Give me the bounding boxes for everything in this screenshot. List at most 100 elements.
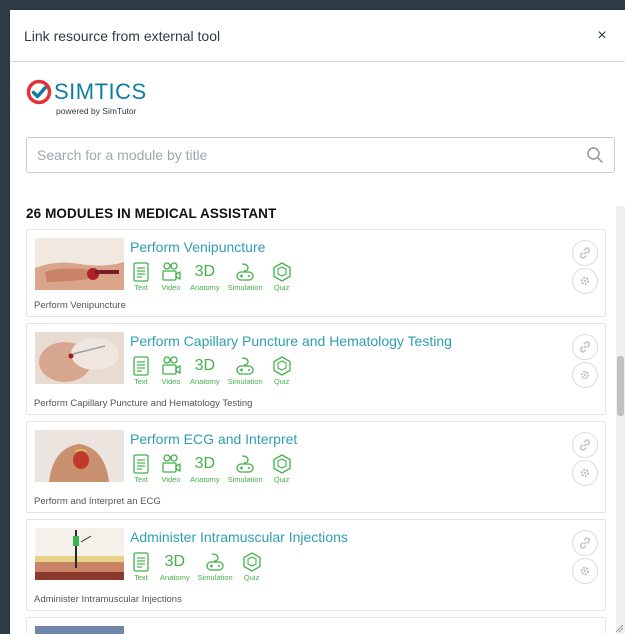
resource-icons: Text 3D Anatomy Simulation Quiz [130, 551, 271, 582]
3d-icon: 3D [194, 263, 216, 280]
module-thumbnail [35, 626, 124, 634]
resource-icons: Text Video 3D Anatomy Simulation Quiz [130, 355, 301, 386]
dialog-header: Link resource from external tool × [10, 10, 625, 62]
3d-icon: 3D [194, 455, 216, 472]
resource-text[interactable]: Text [130, 261, 152, 292]
document-icon [133, 552, 149, 572]
resource-anatomy[interactable]: 3D Anatomy [160, 551, 190, 582]
resource-icons: Text Video 3D Anatomy Simulation Quiz [130, 261, 301, 292]
module-title[interactable]: Perform Venipuncture [130, 239, 265, 255]
gamepad-icon [206, 553, 224, 571]
gamepad-icon [236, 357, 254, 375]
quiz-cube-icon [272, 356, 291, 376]
quiz-cube-icon [272, 454, 291, 474]
resource-quiz[interactable]: Quiz [271, 355, 293, 386]
module-actions [572, 240, 598, 296]
resource-label: Video [161, 283, 181, 292]
settings-button[interactable] [572, 558, 598, 584]
gamepad-icon [236, 455, 254, 473]
logo-wordmark: SIMTICS [54, 79, 147, 104]
link-resource-dialog: Link resource from external tool × SIMTI… [10, 10, 625, 634]
resource-simulation[interactable]: Simulation [228, 355, 263, 386]
module-card[interactable] [26, 617, 606, 634]
module-description: Perform and Interpret an ECG [34, 496, 161, 507]
close-button[interactable]: × [593, 27, 611, 45]
gamepad-icon [236, 263, 254, 281]
link-icon [579, 537, 591, 549]
module-actions [572, 432, 598, 488]
settings-button[interactable] [572, 460, 598, 486]
link-button[interactable] [572, 334, 598, 360]
search-icon[interactable] [586, 146, 604, 164]
search-box [26, 137, 615, 173]
resource-quiz[interactable]: Quiz [241, 551, 263, 582]
resource-label: Anatomy [190, 283, 220, 292]
resource-simulation[interactable]: Simulation [228, 261, 263, 292]
resource-simulation[interactable]: Simulation [228, 453, 263, 484]
resource-text[interactable]: Text [130, 551, 152, 582]
document-icon [133, 356, 149, 376]
resource-video[interactable]: Video [160, 453, 182, 484]
resource-quiz[interactable]: Quiz [271, 453, 293, 484]
module-thumbnail [35, 430, 124, 482]
link-button[interactable] [572, 530, 598, 556]
resize-handle-icon[interactable] [615, 624, 623, 632]
resource-video[interactable]: Video [160, 355, 182, 386]
resource-text[interactable]: Text [130, 355, 152, 386]
resource-label: Anatomy [190, 475, 220, 484]
module-description: Perform Venipuncture [34, 300, 126, 311]
module-card[interactable]: Administer Intramuscular Injections Text… [26, 519, 606, 611]
gear-icon [580, 276, 590, 286]
resource-label: Text [134, 377, 148, 386]
settings-button[interactable] [572, 362, 598, 388]
scrollbar-thumb[interactable] [617, 356, 624, 416]
resource-anatomy[interactable]: 3D Anatomy [190, 453, 220, 484]
simtics-logo: SIMTICS powered by SimTutor [26, 79, 147, 119]
gear-icon [580, 566, 590, 576]
document-icon [133, 454, 149, 474]
video-camera-icon [162, 262, 181, 281]
dialog-title: Link resource from external tool [24, 27, 221, 44]
resource-video[interactable]: Video [160, 261, 182, 292]
settings-button[interactable] [572, 268, 598, 294]
gear-icon [580, 468, 590, 478]
resource-label: Video [161, 475, 181, 484]
quiz-cube-icon [272, 262, 291, 282]
module-card[interactable]: Perform Capillary Puncture and Hematolog… [26, 323, 606, 415]
resource-label: Simulation [227, 377, 263, 386]
module-thumbnail [35, 528, 124, 580]
resource-label: Text [134, 283, 148, 292]
resource-label: Anatomy [190, 377, 220, 386]
3d-icon: 3D [164, 553, 186, 570]
module-card[interactable]: Perform ECG and Interpret Text Video 3D … [26, 421, 606, 513]
link-button[interactable] [572, 240, 598, 266]
link-icon [579, 341, 591, 353]
resource-label: Text [134, 573, 148, 582]
module-actions [572, 334, 598, 390]
dialog-content: SIMTICS powered by SimTutor 26 MODULES I… [10, 63, 625, 634]
logo-subtitle: powered by SimTutor [56, 106, 137, 116]
module-thumbnail [35, 332, 124, 384]
module-title[interactable]: Administer Intramuscular Injections [130, 529, 348, 545]
document-icon [133, 262, 149, 282]
resource-anatomy[interactable]: 3D Anatomy [190, 261, 220, 292]
resource-text[interactable]: Text [130, 453, 152, 484]
resource-anatomy[interactable]: 3D Anatomy [190, 355, 220, 386]
resource-simulation[interactable]: Simulation [198, 551, 233, 582]
check-circle-icon [26, 79, 52, 105]
module-title[interactable]: Perform ECG and Interpret [130, 431, 297, 447]
resource-icons: Text Video 3D Anatomy Simulation Quiz [130, 453, 301, 484]
resource-label: Quiz [273, 283, 290, 292]
search-input[interactable] [37, 147, 586, 163]
link-button[interactable] [572, 432, 598, 458]
module-description: Perform Capillary Puncture and Hematolog… [34, 398, 253, 409]
video-camera-icon [162, 356, 181, 375]
module-title[interactable]: Perform Capillary Puncture and Hematolog… [130, 333, 452, 349]
resource-label: Video [161, 377, 181, 386]
module-thumbnail [35, 238, 124, 290]
module-actions [572, 530, 598, 586]
link-icon [579, 247, 591, 259]
resource-quiz[interactable]: Quiz [271, 261, 293, 292]
scrollbar[interactable] [616, 206, 625, 634]
module-card[interactable]: Perform Venipuncture Text Video 3D Anato… [26, 229, 606, 317]
